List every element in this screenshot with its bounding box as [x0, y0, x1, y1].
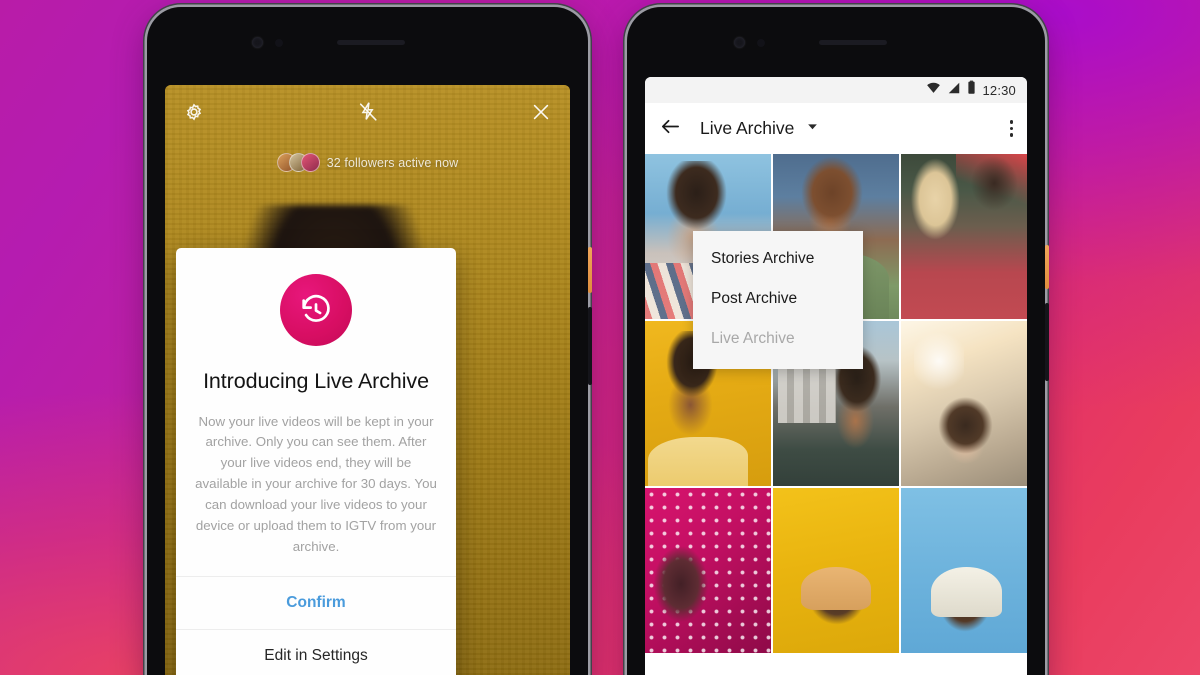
history-restore-icon	[280, 274, 352, 346]
back-arrow-icon[interactable]	[659, 115, 682, 143]
kebab-menu-icon[interactable]	[1009, 120, 1013, 137]
archive-thumb-7[interactable]	[645, 488, 771, 654]
archive-grid-container: Stories Archive Post Archive Live Archiv…	[645, 154, 1027, 675]
front-camera-icon	[252, 37, 263, 48]
chevron-down-icon[interactable]	[806, 120, 819, 138]
archive-thumb-6[interactable]	[901, 321, 1027, 487]
live-archive-dialog: Introducing Live Archive Now your live v…	[176, 248, 456, 675]
active-followers-label: 32 followers active now	[326, 155, 459, 170]
power-button[interactable]	[1045, 245, 1049, 289]
edit-in-settings-button[interactable]: Edit in Settings	[176, 629, 456, 675]
volume-button[interactable]	[1045, 303, 1049, 381]
android-status-bar: 12:30	[645, 77, 1027, 103]
battery-full-icon	[967, 80, 976, 100]
archive-thumb-9[interactable]	[901, 488, 1027, 654]
follower-avatars	[276, 153, 320, 172]
flash-off-icon[interactable]	[357, 101, 379, 123]
archive-thumb-3[interactable]	[901, 154, 1027, 320]
dialog-title: Introducing Live Archive	[203, 369, 429, 393]
screenshot-stage: 32 followers active now Introducing Live…	[0, 0, 1200, 675]
dropdown-item-stories-archive[interactable]: Stories Archive	[693, 239, 863, 279]
kebab-dot	[1009, 126, 1013, 131]
earpiece-speaker	[819, 40, 887, 45]
page-title: Live Archive	[700, 118, 795, 138]
right-phone-screen: 12:30 Live Archive Stories Archive Post …	[645, 77, 1027, 675]
front-camera-icon	[734, 37, 745, 48]
dialog-body-text: Now your live videos will be kept in you…	[195, 413, 437, 554]
kebab-dot	[1009, 120, 1013, 124]
thumb-image	[901, 321, 1027, 487]
archive-grid	[645, 154, 1027, 654]
earpiece-speaker	[337, 40, 405, 45]
thumb-image	[901, 488, 1027, 654]
thumb-image	[773, 488, 899, 654]
right-phone-device: 12:30 Live Archive Stories Archive Post …	[627, 7, 1049, 675]
wifi-icon	[926, 80, 941, 100]
active-followers-row: 32 followers active now	[165, 153, 570, 172]
volume-button[interactable]	[588, 307, 592, 385]
dropdown-item-post-archive[interactable]: Post Archive	[693, 279, 863, 319]
thumb-image	[645, 488, 771, 654]
app-bar: Live Archive	[645, 103, 1027, 154]
dialog-body: Introducing Live Archive Now your live v…	[176, 248, 456, 576]
archive-thumb-8[interactable]	[773, 488, 899, 654]
proximity-sensor-icon	[757, 39, 765, 47]
left-phone-device: 32 followers active now Introducing Live…	[147, 7, 592, 675]
status-bar-clock: 12:30	[982, 82, 1016, 98]
power-button[interactable]	[588, 247, 592, 293]
kebab-dot	[1009, 133, 1013, 137]
thumb-image	[901, 154, 1027, 320]
settings-gear-icon[interactable]	[183, 101, 205, 123]
avatar	[300, 153, 320, 172]
dropdown-item-live-archive[interactable]: Live Archive	[693, 319, 863, 359]
left-phone-screen: 32 followers active now Introducing Live…	[165, 85, 570, 675]
cellular-signal-icon	[947, 81, 961, 100]
close-x-icon[interactable]	[530, 101, 552, 123]
archive-type-dropdown: Stories Archive Post Archive Live Archiv…	[693, 231, 863, 369]
proximity-sensor-icon	[275, 39, 283, 47]
live-top-bar	[165, 85, 570, 143]
confirm-button[interactable]: Confirm	[176, 576, 456, 629]
